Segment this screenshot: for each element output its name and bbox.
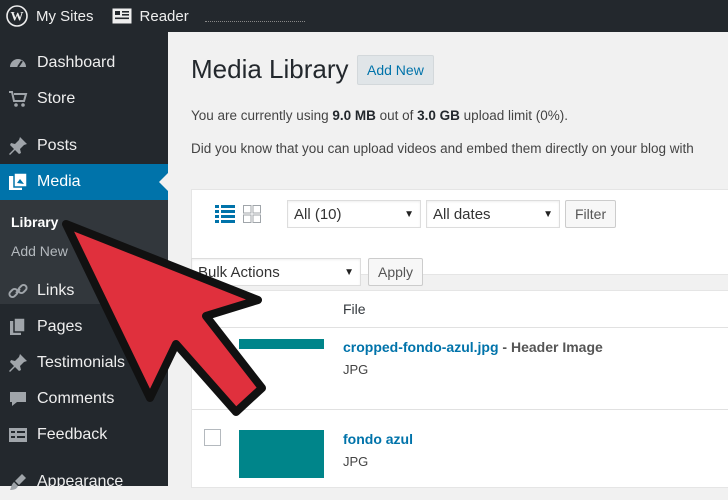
sidebar-item-label: Comments [37,390,115,407]
sidebar-item-feedback[interactable]: Feedback [0,417,168,453]
sidebar-item-label: Feedback [37,426,108,443]
sidebar-item-store[interactable]: Store [0,81,168,117]
media-thumbnail[interactable] [239,430,324,478]
cart-icon [8,89,28,109]
header-divider [192,327,728,328]
submenu-item-add-new[interactable]: Add New [11,243,68,259]
sidebar-item-pages[interactable]: Pages [0,309,168,345]
sidebar-item-media[interactable]: Media [0,164,168,200]
select-value: All dates [433,206,491,223]
caret-down-icon: ▼ [543,209,553,220]
date-filter-select[interactable]: All dates ▼ [426,200,560,228]
media-thumbnail[interactable] [239,339,324,349]
select-value: Bulk Actions [198,264,280,281]
sidebar-item-comments[interactable]: Comments [0,381,168,417]
media-table: File cropped-fondo-azul.jpg - Header Ima… [191,290,728,488]
media-type-select[interactable]: All (10) ▼ [287,200,421,228]
row-divider [192,409,728,410]
column-header-file[interactable]: File [343,301,366,317]
page-title: Media Library [191,54,349,84]
link-icon [8,281,28,301]
apply-button[interactable]: Apply [368,258,424,286]
upload-usage-notice: You are currently using 9.0 MB out of 3.… [191,108,568,123]
list-view-icon[interactable] [215,205,235,223]
sidebar-item-testimonials[interactable]: Testimonials [0,345,168,381]
video-tip-notice: Did you know that you can upload videos … [191,141,694,156]
file-type: JPG [343,454,369,469]
feedback-icon [8,425,28,445]
notice-text: upload limit (0%). [459,108,568,123]
brush-icon [8,472,28,492]
file-name[interactable]: cropped-fondo-azul.jpg [343,339,499,355]
file-type: JPG [343,362,369,377]
reader-link[interactable]: Reader [106,0,195,32]
pin-icon [8,136,28,156]
sidebar-item-label: Testimonials [37,354,126,371]
sidebar-item-dashboard[interactable]: Dashboard [0,45,168,81]
adminbar-divider [204,20,305,22]
row-checkbox[interactable] [204,429,221,446]
grid-view-icon[interactable] [243,205,261,223]
svg-text:W: W [11,9,24,24]
select-value: All (10) [294,206,342,223]
pages-icon [8,317,28,337]
filter-button[interactable]: Filter [565,200,617,228]
my-sites-label: My Sites [36,7,94,25]
used-storage: 9.0 MB [332,108,376,123]
pin-icon [8,353,28,373]
add-new-button[interactable]: Add New [357,55,434,85]
comment-icon [8,389,28,409]
row-checkbox[interactable] [204,334,221,351]
submenu-item-library[interactable]: Library [11,214,58,230]
sidebar-item-label: Links [37,282,75,299]
sidebar-item-posts[interactable]: Posts [0,128,168,164]
reader-label: Reader [139,7,189,25]
sidebar-item-label: Media [37,173,81,190]
notice-text: out of [375,108,418,123]
storage-limit: 3.0 GB [417,108,460,123]
admin-sidebar: Dashboard Store Posts Media Library Add … [0,32,168,490]
file-title-link[interactable]: cropped-fondo-azul.jpg - Header Image [343,339,603,355]
wordpress-logo-icon: W [6,5,28,27]
my-sites-link[interactable]: W My Sites [0,0,100,32]
file-name[interactable]: fondo azul [343,431,413,447]
file-description: - Header Image [498,339,603,355]
file-title-link[interactable]: fondo azul [343,431,413,447]
media-icon [8,172,28,192]
admin-bar: W My Sites Reader [0,0,728,32]
sidebar-item-label: Store [37,90,76,107]
sidebar-item-label: Posts [37,137,78,154]
notice-text: You are currently using [191,108,333,123]
sidebar-item-label: Appearance [37,473,124,490]
sidebar-item-label: Dashboard [37,54,116,71]
main-content: Media Library Add New You are currently … [168,32,728,488]
caret-down-icon: ▼ [404,209,414,220]
bulk-actions-select[interactable]: Bulk Actions ▼ [191,258,361,286]
caret-down-icon: ▼ [344,267,354,278]
reader-icon [112,8,132,24]
sidebar-item-label: Pages [37,318,83,335]
dashboard-icon [8,53,28,73]
sidebar-item-links[interactable]: Links [0,273,168,309]
sidebar-item-appearance[interactable]: Appearance [0,464,168,500]
